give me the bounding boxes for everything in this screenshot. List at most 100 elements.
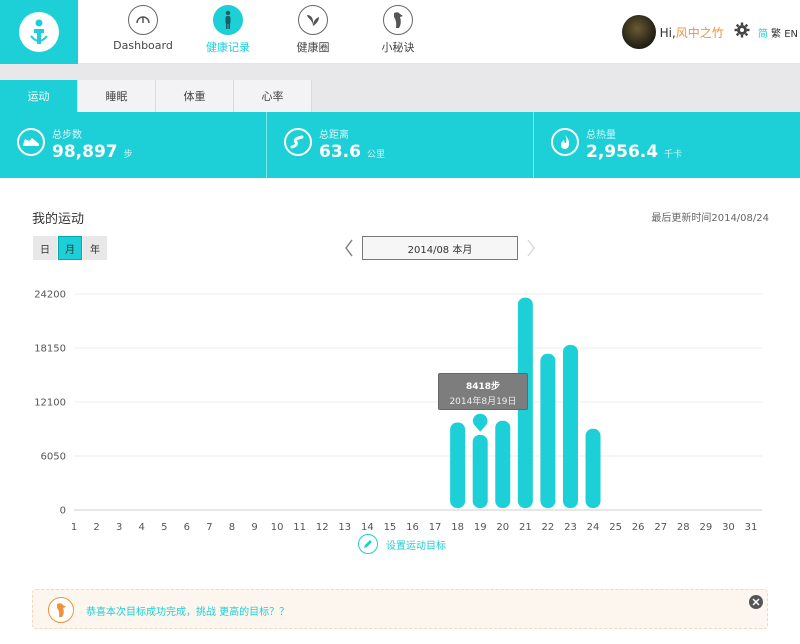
x-tick-label: 28 — [677, 522, 690, 533]
tooltip-value: 8418步 — [465, 382, 501, 392]
x-tick-label: 7 — [206, 522, 212, 533]
y-tick-label: 6050 — [41, 452, 66, 463]
last-update-time: 最后更新时间2014/08/24 — [651, 213, 769, 224]
stat-number: 63.6 — [319, 142, 361, 162]
x-tick-label: 11 — [293, 522, 306, 533]
stat-unit: 千卡 — [664, 150, 683, 160]
nav-tips-label: 小秘诀 — [381, 41, 415, 54]
record-tabs: 运动 睡眠 体重 心率 — [0, 80, 312, 112]
chart-bar — [540, 353, 556, 508]
chart-bar — [562, 344, 578, 508]
x-tick-label: 1 — [71, 522, 77, 533]
x-tick-label: 9 — [251, 522, 257, 533]
close-icon[interactable] — [749, 595, 763, 609]
period-day-button[interactable]: 日 — [33, 236, 57, 260]
stat-total-steps: 总步数 98,897 步 — [0, 112, 267, 178]
x-tick-label: 20 — [496, 522, 509, 533]
x-tick-label: 26 — [632, 522, 645, 533]
x-tick-label: 22 — [542, 522, 555, 533]
x-tick-label: 23 — [564, 522, 577, 533]
x-tick-label: 17 — [429, 522, 442, 533]
chart-bar — [472, 434, 488, 508]
x-tick-label: 14 — [361, 522, 374, 533]
avatar[interactable] — [621, 15, 656, 49]
chart-bar — [495, 420, 511, 508]
nav-dashboard[interactable]: Dashboard — [108, 5, 178, 52]
steps-chart: 060501210018150242001 2 3 4 5 6 7 8 9 10 11 12 13 14 1… — [34, 290, 762, 533]
lang-simplified[interactable]: 简 — [758, 29, 768, 40]
x-tick-label: 15 — [384, 522, 397, 533]
shoe-icon — [17, 128, 45, 156]
stat-total-calories: 总热量 2,956.4 千卡 — [534, 112, 800, 178]
period-month-button[interactable]: 月 — [58, 236, 82, 260]
x-tick-label: 5 — [161, 522, 167, 533]
x-tick-label: 2 — [93, 522, 99, 533]
nav-dashboard-label: Dashboard — [113, 39, 173, 52]
app-logo[interactable] — [0, 0, 78, 64]
next-month-icon[interactable] — [524, 236, 538, 260]
x-tick-label: 8 — [229, 522, 235, 533]
stat-total-distance: 总距离 63.6 公里 — [267, 112, 534, 178]
road-icon — [284, 128, 312, 156]
nav-health-records[interactable]: 健康记录 — [193, 5, 263, 55]
x-tick-label: 10 — [271, 522, 284, 533]
username: 风中之竹 — [675, 25, 724, 40]
month-navigator: 2014/08 本月 — [342, 234, 538, 262]
tab-exercise[interactable]: 运动 — [0, 80, 78, 112]
nav-health-circle-label: 健康圈 — [296, 41, 330, 54]
summary-stats: 总步数 98,897 步 总距离 63.6 公里 总热量 2,956.4 千卡 — [0, 112, 800, 178]
period-year-button[interactable]: 年 — [83, 236, 107, 260]
selected-point-marker — [471, 412, 489, 435]
greeting-text: Hi, — [659, 25, 676, 40]
x-tick-label: 13 — [338, 522, 351, 533]
y-tick-label: 12100 — [34, 398, 66, 409]
lang-traditional[interactable]: 繁 — [771, 29, 781, 40]
set-goal-label: 设置运动目标 — [386, 540, 446, 552]
current-month-display[interactable]: 2014/08 本月 — [362, 236, 518, 260]
tab-heart-rate[interactable]: 心率 — [234, 80, 312, 112]
nav-tips[interactable]: 小秘诀 — [363, 5, 433, 55]
x-tick-label: 16 — [406, 522, 419, 533]
prev-month-icon[interactable] — [342, 236, 356, 260]
stat-label: 总热量 — [586, 130, 616, 141]
section-title: 我的运动 — [32, 212, 85, 227]
person-icon — [213, 5, 243, 35]
x-tick-label: 18 — [451, 522, 464, 533]
x-tick-label: 19 — [474, 522, 487, 533]
top-navbar: Dashboard 健康记录 健康圈 小秘诀 Hi,风中之竹 简 繁 EN — [0, 0, 800, 64]
stat-value: 98,897 步 — [52, 142, 133, 162]
flame-icon — [551, 128, 579, 156]
tab-sleep[interactable]: 睡眠 — [78, 80, 156, 112]
gear-icon[interactable] — [734, 22, 750, 42]
x-tick-label: 24 — [587, 522, 600, 533]
stat-number: 2,956.4 — [586, 142, 659, 162]
chart-bar — [450, 422, 466, 508]
x-tick-label: 3 — [116, 522, 122, 533]
leaf-icon — [298, 5, 328, 35]
y-tick-label: 18150 — [34, 344, 66, 355]
user-greeting[interactable]: Hi,风中之竹 — [660, 24, 724, 41]
x-tick-label: 25 — [609, 522, 622, 533]
notice-text[interactable]: 恭喜本次目标成功完成，挑战 更高的目标？？ — [86, 603, 289, 618]
x-tick-label: 27 — [654, 522, 667, 533]
tooltip-date: 2014年8月19日 — [449, 397, 517, 407]
gauge-icon — [128, 5, 158, 35]
x-tick-label: 4 — [139, 522, 145, 533]
chart-tooltip: 8418步 2014年8月19日 — [438, 373, 528, 410]
tab-weight[interactable]: 体重 — [156, 80, 234, 112]
x-tick-label: 29 — [699, 522, 712, 533]
x-tick-label: 21 — [519, 522, 532, 533]
period-selector: 日 月 年 — [33, 236, 108, 260]
lang-english[interactable]: EN — [784, 29, 798, 40]
chart-bar — [585, 428, 601, 508]
user-area: Hi,风中之竹 简 繁 EN — [621, 14, 800, 50]
x-tick-label: 12 — [316, 522, 329, 533]
penguin-icon — [383, 5, 413, 35]
penguin-icon — [48, 597, 74, 623]
logo-mark-icon — [19, 12, 59, 52]
goal-notice: 恭喜本次目标成功完成，挑战 更高的目标？？ — [32, 589, 768, 629]
nav-health-circle[interactable]: 健康圈 — [278, 5, 348, 55]
x-tick-label: 31 — [745, 522, 758, 533]
x-tick-label: 6 — [184, 522, 190, 533]
set-goal-link[interactable]: 设置运动目标 — [358, 534, 446, 554]
